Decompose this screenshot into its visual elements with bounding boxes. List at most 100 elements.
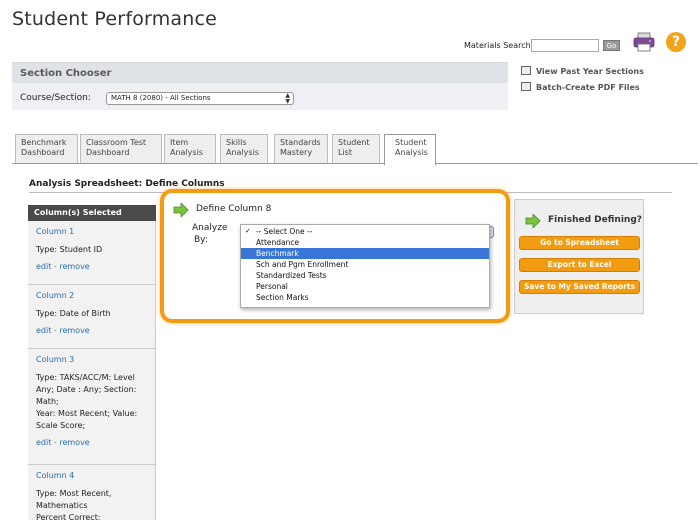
column-actions: edit - remove — [36, 326, 148, 335]
option-label: Sch and Pgm Enrollment — [256, 260, 349, 269]
remove-link[interactable]: remove — [59, 262, 89, 271]
printer-icon[interactable] — [633, 32, 655, 52]
view-past-year-sections-link[interactable]: View Past Year Sections — [521, 66, 644, 76]
materials-search-label: Materials Search: — [464, 41, 534, 50]
section-chooser-title: Section Chooser — [20, 68, 112, 79]
column-type: Type: Date of Birth — [36, 309, 111, 318]
tab-classroom-test-dashboard[interactable]: Classroom Test Dashboard — [80, 134, 162, 163]
column-type-line: Any; Date : Any; Section: — [36, 385, 137, 394]
remove-link[interactable]: remove — [59, 438, 89, 447]
tab-label: Analysis — [395, 148, 428, 157]
option-label: Standardized Tests — [256, 271, 327, 280]
go-button[interactable]: Go — [603, 40, 620, 51]
column-type-line: Type: TAKS/ACC/M: Level — [36, 373, 135, 382]
column-actions: edit - remove — [36, 262, 148, 271]
spreadsheet-title: Analysis Spreadsheet: Define Columns — [29, 179, 225, 189]
go-to-spreadsheet-button[interactable]: Go to Spreadsheet — [519, 236, 640, 250]
tab-label: Dashboard — [86, 148, 130, 157]
tab-label: Skills — [226, 138, 247, 147]
tab-label: Classroom Test — [86, 138, 147, 147]
separator: - — [53, 326, 57, 335]
course-section-label: Course/Section: — [20, 93, 91, 103]
edit-link[interactable]: edit — [36, 438, 51, 447]
edit-link[interactable]: edit — [36, 326, 51, 335]
columns-selected-header: Column(s) Selected — [28, 205, 156, 221]
tab-student-list[interactable]: Student List — [332, 134, 380, 163]
tab-standards-mastery[interactable]: Standards Mastery — [274, 134, 328, 163]
tab-label: Dashboard — [21, 148, 65, 157]
dropdown-option[interactable]: Standardized Tests — [241, 270, 489, 281]
arrow-right-icon — [173, 203, 189, 217]
column-type: Type: Student ID — [36, 245, 103, 254]
tab-label: Item — [170, 138, 189, 147]
help-icon[interactable]: ? — [666, 32, 686, 52]
tab-label: Analysis — [226, 148, 259, 157]
column-name[interactable]: Column 4 — [36, 471, 148, 480]
finished-defining-panel: Finished Defining? Go to Spreadsheet Exp… — [514, 199, 644, 314]
course-section-value: MATH 8 (2080) - All Sections — [111, 94, 211, 102]
dropdown-option[interactable]: Personal — [241, 281, 489, 292]
export-to-excel-button[interactable]: Export to Excel — [519, 258, 640, 272]
column-type-line: Percent Correct; — [36, 513, 101, 520]
column-item: Column 1 Type: Student ID edit - remove — [28, 221, 156, 285]
option-label: -- Select One -- — [256, 227, 313, 236]
define-column-title: Define Column 8 — [196, 204, 272, 214]
option-label: Benchmark — [256, 249, 299, 258]
edit-link[interactable]: edit — [36, 262, 51, 271]
tab-label: Analysis — [170, 148, 203, 157]
column-name[interactable]: Column 2 — [36, 291, 148, 300]
tab-divider — [12, 163, 698, 164]
tab-label: Student — [338, 138, 370, 147]
dropdown-option[interactable]: ✓ -- Select One -- — [241, 226, 489, 237]
document-icon — [521, 82, 531, 91]
dropdown-option[interactable]: Section Marks — [241, 292, 489, 303]
option-label: Attendance — [256, 238, 300, 247]
separator: - — [53, 438, 57, 447]
tab-label: Student — [395, 138, 427, 147]
tab-label: List — [338, 148, 352, 157]
column-item: Column 2 Type: Date of Birth edit - remo… — [28, 285, 156, 349]
batch-create-pdf-link[interactable]: Batch-Create PDF Files — [521, 82, 640, 92]
save-to-reports-button[interactable]: Save to My Saved Reports — [519, 280, 640, 294]
column-name[interactable]: Column 3 — [36, 355, 148, 364]
tab-benchmark-dashboard[interactable]: Benchmark Dashboard — [15, 134, 78, 163]
remove-link[interactable]: remove — [59, 326, 89, 335]
section-chooser: Section Chooser Course/Section: MATH 8 (… — [12, 62, 508, 110]
column-type-line: Scale Score; — [36, 421, 86, 430]
column-item: Column 4 Type: Most Recent, Mathematics … — [28, 465, 156, 520]
column-actions: edit - remove — [36, 438, 148, 447]
tab-student-analysis[interactable]: Student Analysis — [384, 134, 436, 165]
dropdown-option[interactable]: Attendance — [241, 237, 489, 248]
view-past-year-sections-label: View Past Year Sections — [536, 67, 644, 76]
tab-skills-analysis[interactable]: Skills Analysis — [220, 134, 268, 163]
calendar-icon — [521, 66, 531, 75]
arrow-right-icon — [525, 214, 541, 228]
tab-bar: Benchmark Dashboard Classroom Test Dashb… — [12, 134, 698, 165]
column-name[interactable]: Column 1 — [36, 227, 148, 236]
analyze-by-dropdown[interactable]: ✓ -- Select One -- Attendance Benchmark … — [240, 224, 490, 308]
tab-label: Benchmark — [21, 138, 67, 147]
column-type-line: Type: Most Recent, — [36, 489, 112, 498]
column-item: Column 3 Type: TAKS/ACC/M: Level Any; Da… — [28, 349, 156, 465]
dropdown-option-highlighted[interactable]: Benchmark — [241, 248, 489, 259]
tab-item-analysis[interactable]: Item Analysis — [164, 134, 216, 163]
batch-create-pdf-label: Batch-Create PDF Files — [536, 83, 640, 92]
separator: - — [53, 262, 57, 271]
analyze-label-line: By: — [194, 235, 208, 245]
column-type-line: Year: Most Recent; Value: — [36, 409, 138, 418]
finished-defining-title: Finished Defining? — [548, 215, 642, 225]
analyze-label-line: Analyze — [192, 223, 228, 233]
dropdown-option[interactable]: Sch and Pgm Enrollment — [241, 259, 489, 270]
materials-search-input[interactable] — [531, 39, 599, 52]
column-type-line: Mathematics — [36, 501, 88, 510]
option-label: Section Marks — [256, 293, 309, 302]
course-section-select[interactable]: MATH 8 (2080) - All Sections ▲ ▼ — [106, 92, 294, 105]
tab-label: Mastery — [280, 148, 313, 157]
tab-label: Standards — [280, 138, 321, 147]
select-arrows-icon: ▲ ▼ — [285, 92, 290, 105]
columns-selected-panel: Column(s) Selected Column 1 Type: Studen… — [28, 205, 156, 520]
page-title: Student Performance — [12, 8, 218, 30]
checkmark-icon: ✓ — [245, 227, 251, 235]
column-type-line: Math; — [36, 397, 59, 406]
option-label: Personal — [256, 282, 288, 291]
